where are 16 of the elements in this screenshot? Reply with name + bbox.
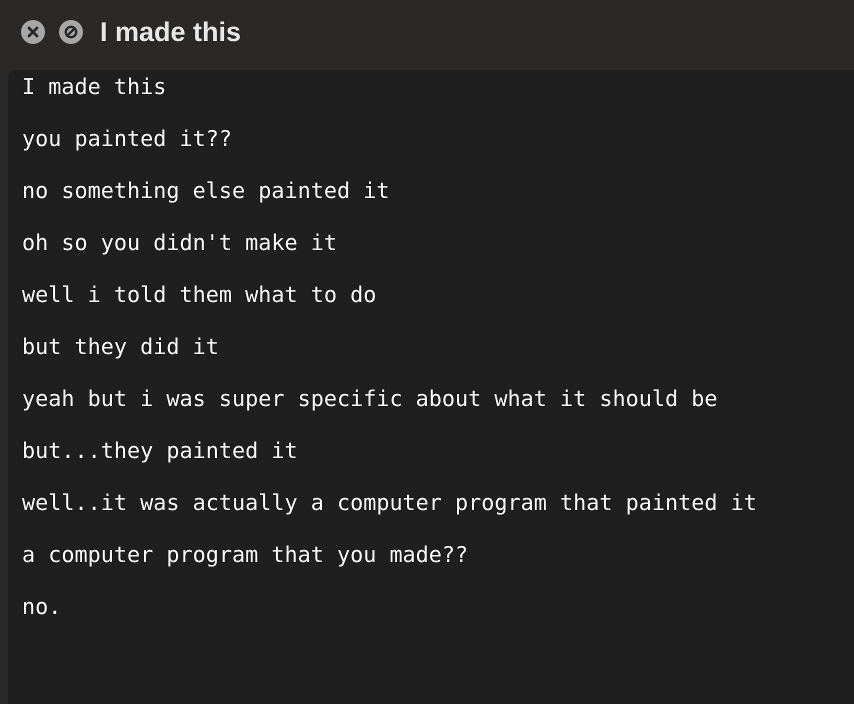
text-line: yeah but i was super specific about what it should be	[22, 388, 718, 412]
text-line: no.	[22, 596, 62, 620]
window-title: I made this	[100, 16, 242, 48]
text-line: a computer program that you made??	[22, 544, 468, 568]
text-line: but...they painted it	[22, 440, 298, 464]
text-line: no something else painted it	[22, 180, 390, 204]
text-line: I made this	[22, 76, 166, 100]
text-line: you painted it??	[22, 128, 232, 152]
block-button[interactable]	[59, 20, 83, 44]
close-button[interactable]	[21, 20, 45, 44]
text-line: well i told them what to do	[22, 284, 376, 308]
text-line: well..it was actually a computer program that painted it	[22, 492, 757, 516]
text-line: but they did it	[22, 336, 219, 360]
close-icon	[21, 20, 45, 44]
text-line: oh so you didn't make it	[22, 232, 337, 256]
circle-slash-icon	[59, 20, 83, 44]
